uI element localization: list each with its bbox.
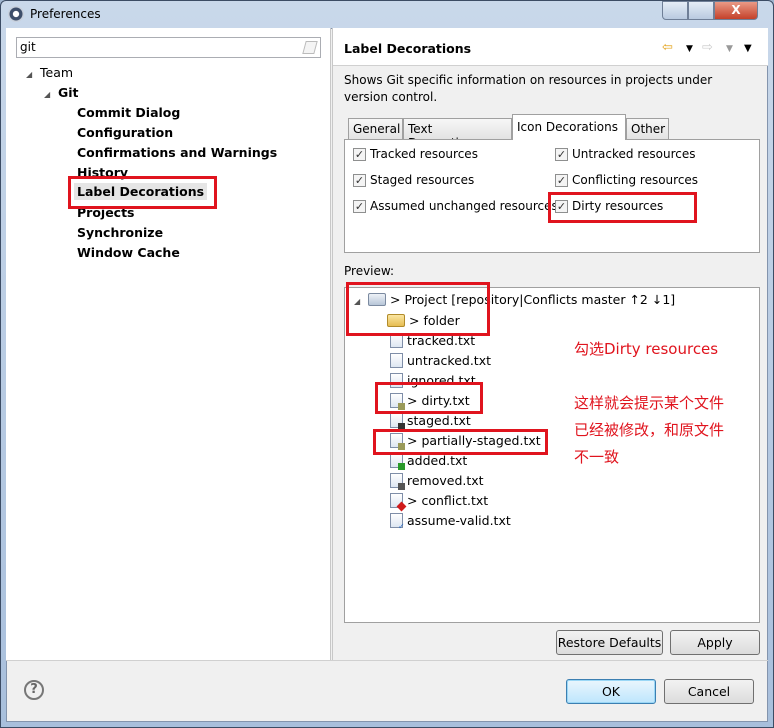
back-arrow-icon[interactable]: ⇦ — [662, 40, 673, 55]
preview-label: Preview: — [344, 264, 395, 278]
item-label: added.txt — [407, 453, 468, 468]
checkbox-label: Untracked resources — [572, 147, 696, 161]
annotation-text: 不一致 — [574, 448, 620, 466]
minimize-button[interactable] — [662, 1, 688, 20]
item-label: > conflict.txt — [407, 493, 489, 508]
item-label: assume-valid.txt — [407, 513, 511, 528]
tab-icon-decorations[interactable]: Icon Decorations — [512, 114, 626, 140]
annotation-text: 勾选Dirty resources — [574, 340, 719, 358]
preview-item-untracked: untracked.txt — [390, 353, 491, 368]
checkbox-label: Conflicting resources — [572, 173, 699, 187]
filter-input[interactable]: git — [16, 37, 321, 58]
tab-text-decorations[interactable]: Text Decorations — [403, 118, 512, 150]
sash-divider[interactable] — [332, 28, 333, 660]
highlight-box — [68, 176, 217, 209]
preview-item-conflict: > conflict.txt — [390, 493, 489, 512]
back-dropdown-icon[interactable]: ▼ — [686, 44, 693, 54]
staged-resources-checkbox[interactable]: ✓ Staged resources — [353, 173, 474, 187]
preference-tree-panel — [6, 28, 331, 660]
tree-item-synchronize[interactable]: Synchronize — [77, 225, 163, 240]
assume-valid-file-icon: ✓ — [390, 513, 405, 531]
file-icon — [390, 353, 403, 368]
view-menu-icon[interactable]: ▼ — [744, 43, 752, 54]
checkmark-icon: ✓ — [555, 147, 568, 161]
restore-defaults-button[interactable]: Restore Defaults — [556, 630, 663, 655]
tree-item-window-cache[interactable]: Window Cache — [77, 245, 180, 260]
tree-item-team[interactable]: Team — [40, 65, 73, 80]
checkbox-label: Assumed unchanged resources — [370, 199, 558, 213]
conflicting-resources-checkbox[interactable]: ✓ Conflicting resources — [555, 173, 698, 187]
highlight-box — [375, 382, 483, 414]
removed-file-icon — [390, 473, 405, 490]
checkmark-icon: ✓ — [555, 173, 568, 187]
tree-item-configuration[interactable]: Configuration — [77, 125, 173, 140]
checkmark-icon: ✓ — [353, 147, 366, 161]
item-label: staged.txt — [407, 413, 471, 428]
checkbox-label: Staged resources — [370, 173, 475, 187]
tree-item-commit-dialog[interactable]: Commit Dialog — [77, 105, 180, 120]
highlight-box — [373, 429, 548, 455]
title-bar: Preferences X — [0, 0, 772, 28]
cancel-button[interactable]: Cancel — [664, 679, 754, 704]
untracked-resources-checkbox[interactable]: ✓ Untracked resources — [555, 147, 695, 161]
tree-item-confirmations[interactable]: Confirmations and Warnings — [77, 145, 277, 160]
eclipse-app-icon — [8, 6, 24, 22]
page-description: Shows Git specific information on resour… — [344, 73, 713, 104]
apply-button[interactable]: Apply — [670, 630, 760, 655]
highlight-box — [346, 282, 490, 336]
checkmark-icon: ✓ — [353, 199, 366, 213]
divider — [6, 660, 768, 661]
conflict-file-icon — [390, 493, 407, 512]
preview-item-removed: removed.txt — [390, 473, 484, 490]
preview-item-added: added.txt — [390, 453, 468, 470]
close-button[interactable]: X — [714, 1, 758, 20]
tree-item-git[interactable]: Git — [58, 85, 79, 100]
ok-button[interactable]: OK — [566, 679, 656, 704]
highlight-box — [548, 192, 697, 223]
staged-file-icon — [390, 413, 405, 430]
help-icon[interactable]: ? — [24, 680, 44, 700]
tracked-resources-checkbox[interactable]: ✓ Tracked resources — [353, 147, 478, 161]
window-title: Preferences — [30, 7, 101, 21]
page-title: Label Decorations — [344, 41, 472, 56]
added-file-icon — [390, 453, 405, 470]
checkmark-icon: ✓ — [353, 173, 366, 187]
tab-general[interactable]: General — [348, 118, 403, 139]
item-label: untracked.txt — [407, 353, 492, 368]
forward-dropdown-icon[interactable]: ▼ — [726, 44, 733, 54]
maximize-button[interactable] — [688, 1, 714, 20]
forward-arrow-icon[interactable]: ⇨ — [702, 40, 713, 55]
checkbox-label: Tracked resources — [370, 147, 478, 161]
item-label: removed.txt — [407, 473, 484, 488]
tab-other[interactable]: Other — [626, 118, 669, 139]
preview-item-staged: staged.txt — [390, 413, 471, 430]
preview-item-assume-valid: ✓ assume-valid.txt — [390, 513, 511, 531]
annotation-text: 这样就会提示某个文件 — [574, 394, 725, 412]
assumed-unchanged-checkbox[interactable]: ✓ Assumed unchanged resources — [353, 199, 558, 213]
expand-team-icon[interactable]: ◢ — [26, 70, 32, 79]
expand-git-icon[interactable]: ◢ — [44, 90, 50, 99]
annotation-text: 已经被修改，和原文件 — [574, 421, 725, 439]
